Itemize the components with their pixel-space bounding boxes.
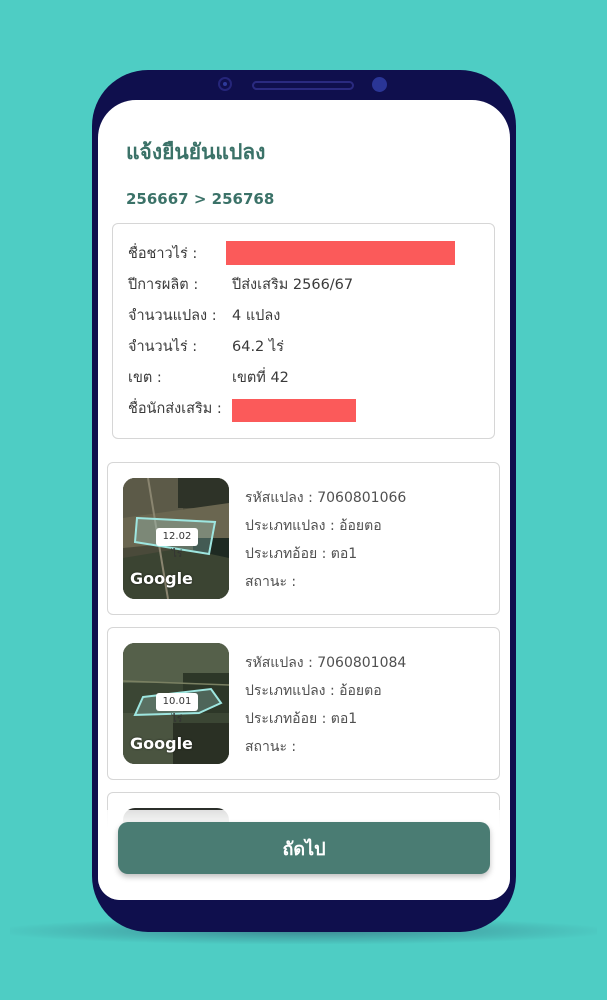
plot-code: รหัสแปลง : 7060801084 (245, 655, 407, 671)
next-button[interactable]: ถัดไป (118, 822, 490, 874)
plot-details: รหัสแปลง : 7060801066 ประเภทแปลง : อ้อยต… (245, 487, 406, 599)
cane-type: ประเภทอ้อย : ตอ1 (245, 711, 358, 727)
plot-type: ประเภทแปลง : อ้อยตอ (245, 683, 382, 699)
earpiece-speaker (252, 81, 354, 90)
farmer-name-redaction (226, 241, 455, 265)
plot-map-thumbnail[interactable]: 10.01 ไร่ Google (123, 643, 229, 764)
page-title: แจ้งยืนยันแปลง (126, 140, 266, 164)
rai-count-label: จำนวนไร่ : (128, 339, 198, 355)
plot-status: สถานะ : (245, 739, 297, 755)
plot-count-label: จำนวนแปลง : (128, 308, 217, 324)
cane-type: ประเภทอ้อย : ตอ1 (245, 546, 358, 562)
proximity-sensor (372, 77, 387, 92)
bottom-action-bar: ถัดไป (98, 810, 510, 900)
plot-card[interactable]: 10.01 ไร่ Google รหัสแปลง : 7060801084 ป… (107, 627, 500, 780)
zone-label: เขต : (128, 370, 162, 386)
promoter-name-redaction (232, 399, 356, 422)
plot-count-value: 4 แปลง (232, 308, 281, 324)
farmer-info-card: ชื่อชาวไร่ : ปีการผลิต : ปีส่งเสริม 2566… (112, 223, 495, 439)
farmer-name-label: ชื่อชาวไร่ : (128, 246, 198, 262)
rai-count-value: 64.2 ไร่ (232, 339, 284, 355)
plot-code: รหัสแปลง : 7060801066 (245, 490, 407, 506)
google-logo: Google (130, 734, 193, 753)
promoter-name-label: ชื่อนักส่งเสริม : (128, 401, 222, 417)
app-screen: แจ้งยืนยันแปลง 256667 > 256768 ชื่อชาวไร… (98, 100, 510, 900)
zone-value: เขตที่ 42 (232, 370, 289, 386)
production-year-label: ปีการผลิต : (128, 277, 199, 293)
google-logo: Google (130, 569, 193, 588)
plot-map-thumbnail[interactable]: 12.02 ไร่ Google (123, 478, 229, 599)
plot-area-tag: 12.02 ไร่ (156, 528, 198, 560)
plot-details: รหัสแปลง : 7060801084 ประเภทแปลง : อ้อยต… (245, 652, 406, 764)
plot-status: สถานะ : (245, 574, 297, 590)
plot-area-tag: 10.01 ไร่ (156, 693, 198, 725)
production-year-value: ปีส่งเสริม 2566/67 (232, 277, 354, 293)
breadcrumb: 256667 > 256768 (126, 190, 275, 208)
front-camera (218, 77, 232, 91)
plot-type: ประเภทแปลง : อ้อยตอ (245, 518, 382, 534)
plot-card[interactable]: 12.02 ไร่ Google รหัสแปลง : 7060801066 ป… (107, 462, 500, 615)
